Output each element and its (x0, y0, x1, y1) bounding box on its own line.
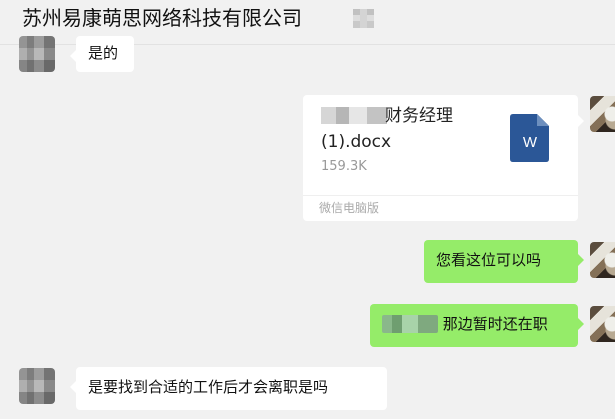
redacted-title-mark (353, 9, 374, 28)
file-message-card[interactable]: 财务经理 (1).docx 159.3K W 微信电脑版 (303, 95, 584, 221)
file-name: 财务经理 (1).docx (321, 103, 491, 155)
file-name-line-2: (1).docx (321, 132, 392, 152)
chat-title: 苏州易康萌思网络科技有限公司 (22, 6, 302, 30)
self-avatar[interactable] (590, 306, 615, 342)
outgoing-message-bubble[interactable]: 那边暂时还在职 (370, 304, 584, 347)
message-text: 那边暂时还在职 (442, 315, 548, 333)
self-avatar[interactable] (590, 242, 615, 278)
file-size: 159.3K (321, 159, 367, 174)
outgoing-message-bubble[interactable]: 您看这位可以吗 (424, 240, 584, 283)
incoming-message-bubble[interactable]: 是的 (70, 36, 134, 72)
message-text: 是要找到合适的工作后才会离职是吗 (88, 378, 329, 396)
redacted-message-fragment (382, 315, 438, 333)
message-text: 是的 (88, 44, 119, 62)
word-document-icon: W (510, 114, 549, 162)
file-source-label: 微信电脑版 (303, 195, 578, 221)
self-avatar[interactable] (590, 96, 615, 132)
message-text: 您看这位可以吗 (436, 251, 542, 269)
file-name-line-1: 财务经理 (385, 106, 453, 126)
word-icon-letter: W (522, 134, 538, 151)
incoming-message-bubble[interactable]: 是要找到合适的工作后才会离职是吗 (70, 367, 387, 410)
contact-avatar[interactable] (19, 368, 55, 404)
contact-avatar[interactable] (19, 36, 55, 72)
